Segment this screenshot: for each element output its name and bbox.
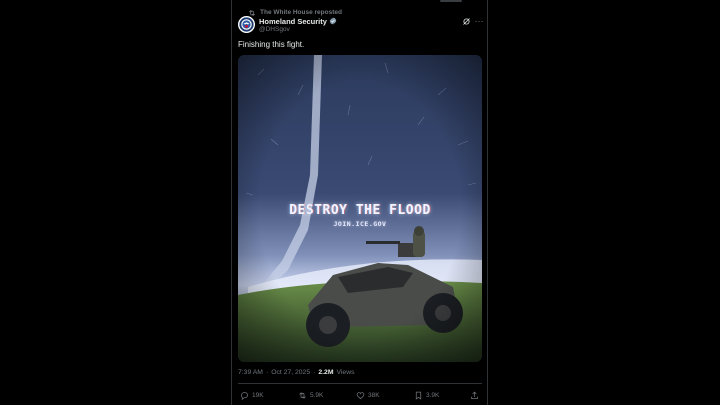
share-icon [471,391,478,399]
bookmark-count: 3.9K [426,391,440,399]
reply-icon [241,391,248,400]
meta-separator: · [313,369,316,376]
grok-icon[interactable] [462,17,471,26]
views-count: 2.2M [318,369,334,376]
share-button[interactable] [470,388,479,402]
repost-icon [249,9,255,16]
views-label: Views [336,369,355,376]
retweet-count: 5.9K [310,391,324,399]
dhs-seal-icon [239,17,254,32]
author-name[interactable]: Homeland Security [259,17,327,26]
media-image[interactable]: DESTROY THE FLOOD JOIN.ICE.GOV [238,55,482,362]
retweet-button[interactable]: 5.9K [298,388,323,402]
tweet-date[interactable]: Oct 27, 2025 [271,369,310,376]
tweet-time[interactable]: 7:39 AM [238,369,263,376]
meta-separator: · [265,369,269,376]
retweet-icon [299,391,306,399]
verified-badge-icon [329,17,337,25]
tweet-text: Finishing this fight. [238,40,305,49]
avatar[interactable] [238,16,255,33]
reply-button[interactable]: 19K [240,388,264,402]
media-subtitle: JOIN.ICE.GOV [333,220,387,228]
author-handle[interactable]: @DHSgov [259,26,290,33]
top-handle [440,0,462,2]
like-button[interactable]: 38K [356,388,380,402]
repost-label: The White House reposted [260,9,342,16]
media-title: DESTROY THE FLOOD [289,203,431,218]
tweet-meta: 7:39 AM · Oct 27, 2025 · 2.2M Views [238,369,355,376]
reply-count: 19K [252,391,264,399]
more-icon[interactable]: ··· [474,16,484,26]
bookmark-button[interactable]: 3.9K [414,388,439,402]
author-name-row[interactable]: Homeland Security [259,16,337,26]
like-icon [356,391,365,399]
action-bar: 19K 5.9K 38K 3.9K [238,388,482,402]
divider [238,383,482,384]
bookmark-icon [415,391,422,400]
like-count: 38K [368,391,380,399]
